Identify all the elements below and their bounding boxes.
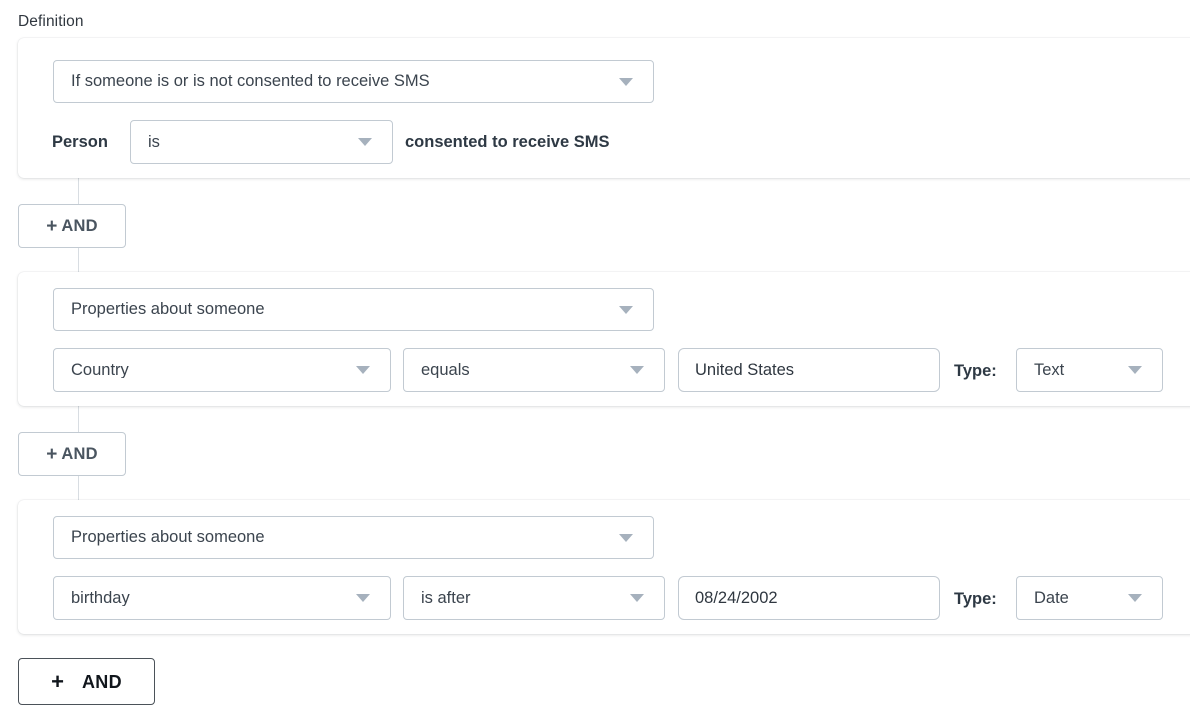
condition-card-2: Properties about someone Country equals …	[18, 272, 1190, 406]
chevron-down-icon	[358, 138, 372, 146]
comparator-select-3[interactable]: is after	[403, 576, 665, 620]
add-and-condition-button-1[interactable]: + AND	[18, 204, 126, 248]
person-prefix-label: Person	[52, 133, 108, 151]
property-select-3-value: birthday	[71, 589, 130, 607]
comparator-select-2-value: equals	[421, 361, 470, 379]
condition-card-1: If someone is or is not consented to rec…	[18, 38, 1190, 178]
datatype-select-3-value: Date	[1034, 589, 1069, 607]
condition-type-select-1-value: If someone is or is not consented to rec…	[71, 73, 430, 90]
chevron-down-icon	[619, 533, 633, 542]
property-select-2-value: Country	[71, 361, 129, 379]
plus-icon: +	[46, 215, 58, 237]
chevron-down-icon	[630, 594, 644, 602]
add-and-group-button-label: AND	[81, 671, 122, 692]
condition-type-select-2[interactable]: Properties about someone	[53, 288, 654, 331]
plus-icon: +	[51, 668, 64, 694]
condition-type-select-2-value: Properties about someone	[71, 301, 265, 318]
datatype-label-2: Type:	[954, 362, 997, 380]
definition-builder: Definition If someone is or is not conse…	[0, 0, 1190, 722]
comparator-select-2[interactable]: equals	[403, 348, 665, 392]
add-and-condition-button-2[interactable]: + AND	[18, 432, 126, 476]
condition-value-input-2[interactable]	[678, 348, 940, 392]
chevron-down-icon	[356, 594, 370, 602]
condition-type-select-1[interactable]: If someone is or is not consented to rec…	[53, 60, 654, 103]
datatype-label-3: Type:	[954, 590, 997, 608]
chevron-down-icon	[1128, 594, 1142, 602]
condition-card-3: Properties about someone birthday is aft…	[18, 500, 1190, 634]
condition-value-input-3[interactable]	[678, 576, 940, 620]
comparator-select-3-value: is after	[421, 589, 471, 607]
chevron-down-icon	[630, 366, 644, 374]
consent-operator-select-value: is	[148, 133, 160, 151]
chevron-down-icon	[356, 366, 370, 374]
datatype-select-3[interactable]: Date	[1016, 576, 1163, 620]
property-select-3[interactable]: birthday	[53, 576, 391, 620]
add-and-condition-button-2-label: AND	[61, 444, 98, 463]
property-select-2[interactable]: Country	[53, 348, 391, 392]
chevron-down-icon	[1128, 366, 1142, 374]
consent-operator-select[interactable]: is	[130, 120, 393, 164]
add-and-group-button[interactable]: + AND	[18, 658, 155, 705]
consent-suffix-label: consented to receive SMS	[405, 133, 610, 151]
add-and-condition-button-1-label: AND	[61, 216, 98, 235]
plus-icon: +	[46, 443, 58, 465]
datatype-select-2-value: Text	[1034, 361, 1065, 379]
chevron-down-icon	[619, 305, 633, 314]
chevron-down-icon	[619, 77, 633, 86]
condition-type-select-3[interactable]: Properties about someone	[53, 516, 654, 559]
datatype-select-2[interactable]: Text	[1016, 348, 1163, 392]
page-title: Definition	[18, 13, 84, 30]
condition-type-select-3-value: Properties about someone	[71, 529, 265, 546]
